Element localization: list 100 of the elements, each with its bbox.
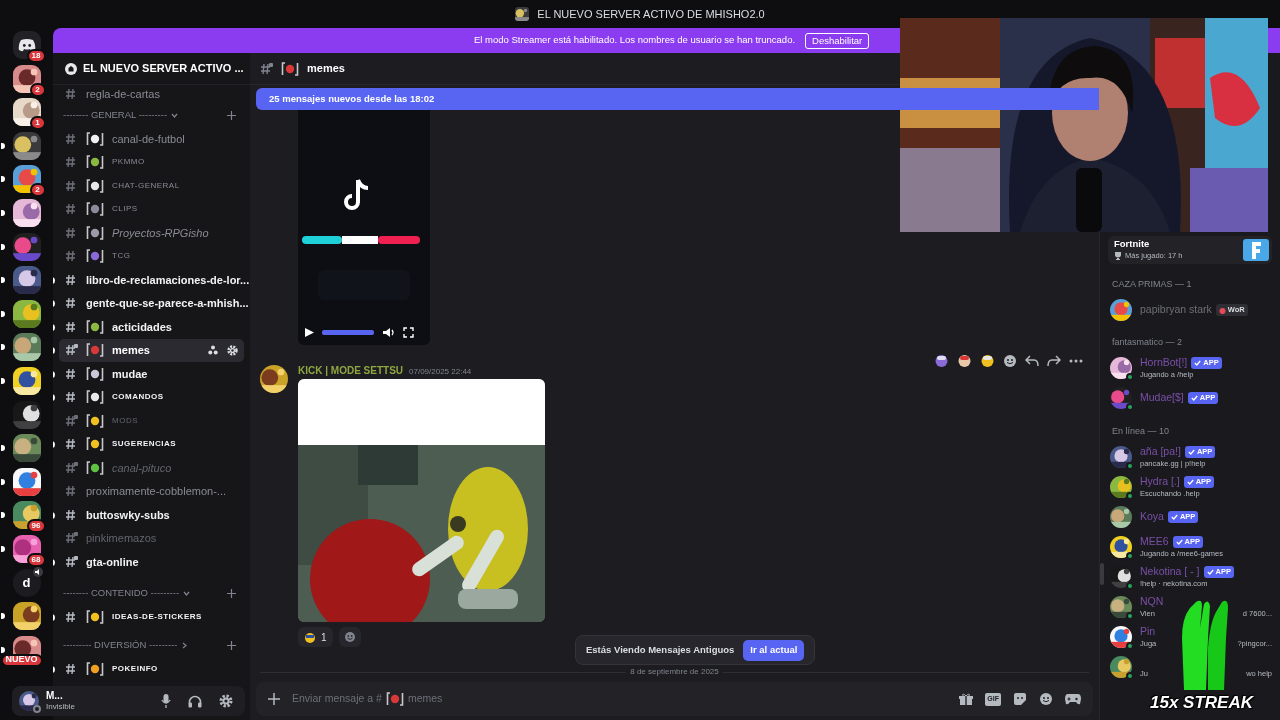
emoji-icon[interactable] <box>957 353 972 368</box>
date-divider: 8 de septiembre de 2025 <box>629 666 720 678</box>
progress-bar[interactable] <box>322 329 374 335</box>
sticker-icon[interactable] <box>1013 692 1027 706</box>
channel-item[interactable]: PKMMO <box>59 150 244 174</box>
add-icon[interactable] <box>227 640 236 650</box>
emoji-icon[interactable] <box>934 353 949 368</box>
member-name: Koya <box>1140 509 1164 525</box>
channel-item[interactable]: CLIPS <box>59 197 244 221</box>
hash-icon <box>65 250 78 263</box>
hash-icon <box>65 132 78 145</box>
hash-icon <box>65 226 78 239</box>
check-icon <box>1175 538 1183 545</box>
channel-item[interactable]: gta-online <box>59 550 244 574</box>
member-name: Hydra [.] <box>1140 473 1180 489</box>
settings-icon[interactable] <box>219 694 233 708</box>
channel-item[interactable]: SUGERENCIAS <box>59 432 244 456</box>
check-icon <box>1187 448 1195 455</box>
volume-icon[interactable] <box>382 326 395 338</box>
channel-item[interactable]: proximamente-cobblemon-... <box>59 479 244 503</box>
channel-name: POKEINFO <box>112 662 158 675</box>
notification-badge: NUEVO <box>0 653 43 667</box>
channel-name: libro-de-reclamaciones-de-lor... <box>86 272 250 288</box>
game-icon <box>1243 239 1269 261</box>
chevron-right-icon[interactable] <box>181 641 189 649</box>
category-label[interactable]: --------- DIVERSIÓN --------- <box>63 637 178 653</box>
channel-item[interactable]: POKEINFO <box>59 657 244 681</box>
check-icon <box>1194 359 1202 366</box>
microphone-icon[interactable] <box>161 694 171 708</box>
hash-icon <box>65 203 78 216</box>
category-label[interactable]: -------- CONTENIDO --------- <box>63 586 180 601</box>
hash-icon <box>65 508 78 521</box>
more-icon[interactable] <box>1069 358 1083 363</box>
category-label[interactable]: -------- GENERAL --------- <box>63 107 168 123</box>
gift-icon[interactable] <box>959 692 974 706</box>
chevron-down-icon[interactable] <box>183 590 191 597</box>
channel-name: TCG <box>112 250 131 263</box>
user-status: Invisible <box>46 702 76 712</box>
channel-item[interactable]: COMANDOS <box>59 385 244 409</box>
channel-name: MODS <box>112 414 138 427</box>
group-header: fantasmatico — 2 <box>1111 336 1184 350</box>
channel-item[interactable]: mudae <box>59 362 244 386</box>
reply-icon[interactable] <box>1025 354 1039 367</box>
channel-item[interactable]: acticidades <box>59 315 244 339</box>
hash-icon <box>65 88 78 100</box>
notification-badge: 96 <box>26 519 46 534</box>
channel-name: CLIPS <box>112 203 138 216</box>
add-icon[interactable] <box>227 589 236 598</box>
hash-icon <box>65 273 78 286</box>
placeholder-channel: memes <box>407 691 443 707</box>
group-header: En línea — 10 <box>1111 425 1171 439</box>
hash-icon <box>65 485 78 498</box>
fullscreen-icon[interactable] <box>403 326 414 338</box>
play-icon[interactable] <box>304 326 314 338</box>
game-title: Fortnite <box>1114 238 1151 251</box>
channel-name: gente-que-se-parece-a-mhish... <box>86 296 249 311</box>
channel-item[interactable]: CHAT-GENERAL <box>59 174 244 198</box>
server-name: EL NUEVO SERVER ACTIVO ... <box>83 61 244 77</box>
channel-item[interactable]: TCG <box>59 244 244 268</box>
toast-text: Estás Viendo Mensajes Antiguos <box>586 642 735 657</box>
channel-name: gta-online <box>86 554 139 570</box>
timestamp: 07/09/2025 22:44 <box>409 366 472 378</box>
channel-item[interactable]: buttoswky-subs <box>59 503 244 527</box>
channel-item[interactable]: IDEAS-DE-STICKERS <box>59 605 244 629</box>
add-reaction-button[interactable] <box>338 627 361 647</box>
new-messages-bar[interactable]: 25 mensajes nuevos desde las 18:02 <box>256 88 1099 110</box>
channel-item[interactable]: Proyectos-RPGisho <box>59 221 244 245</box>
jump-button[interactable]: Ir al actual <box>743 639 805 661</box>
channel-item[interactable]: regla-de-cartas <box>59 85 244 103</box>
hash-icon <box>65 297 78 310</box>
emoji-icon[interactable] <box>1039 692 1053 706</box>
member-name: aña [pa!] <box>1140 443 1181 459</box>
channel-item[interactable]: canal-de-futbol <box>59 127 244 151</box>
server-icon[interactable]: d <box>12 568 41 597</box>
locked-hash-icon <box>260 62 273 75</box>
add-icon[interactable] <box>227 110 236 120</box>
gamepad-icon[interactable] <box>1065 693 1081 705</box>
streak-counter: 15x STREAK <box>1150 692 1253 714</box>
hash-icon <box>65 662 78 675</box>
member-name: HornBot[!] <box>1140 354 1188 370</box>
emoji-icon <box>281 61 299 76</box>
author-name[interactable]: KICK | MODE SETTSU <box>298 363 404 378</box>
group-header: CAZA PRIMAS — 1 <box>1111 278 1193 292</box>
forward-icon[interactable] <box>1047 354 1061 367</box>
headphones-icon[interactable] <box>188 694 202 708</box>
add-reaction-icon[interactable] <box>1003 353 1017 368</box>
settings-icon[interactable] <box>227 344 238 356</box>
member-name: NQN <box>1140 593 1164 609</box>
chevron-down-icon[interactable] <box>171 111 179 119</box>
emoji-icon[interactable] <box>980 353 995 368</box>
trophy-icon <box>1114 252 1122 260</box>
disable-button[interactable]: Deshabilitar <box>805 32 870 49</box>
add-icon[interactable] <box>268 693 280 705</box>
new-messages-text: 25 mensajes nuevos desde las 18:02 <box>269 91 435 106</box>
create-invite-icon[interactable] <box>208 345 219 356</box>
channel-name: COMANDOS <box>112 391 164 404</box>
home-button[interactable] <box>12 31 41 59</box>
reaction-button[interactable]: 1 <box>298 627 333 647</box>
member-name: papibryan stark <box>1140 302 1212 318</box>
channel-name: buttoswky-subs <box>86 507 170 523</box>
